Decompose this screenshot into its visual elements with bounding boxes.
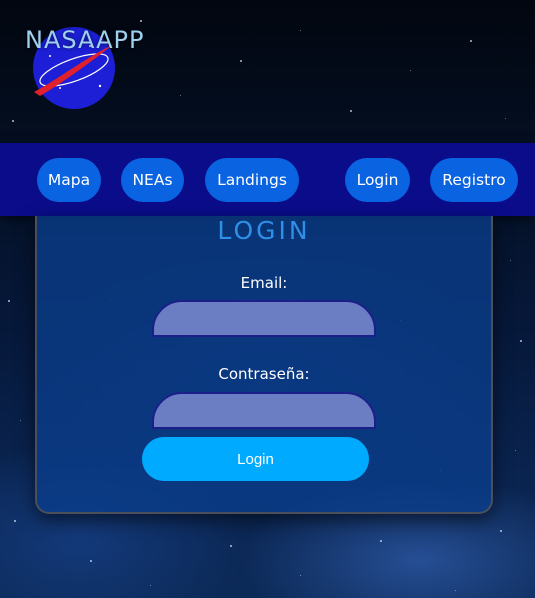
password-field[interactable] (152, 392, 376, 429)
brand-title: NASAAPP (25, 26, 145, 54)
password-label: Contraseña: (218, 365, 310, 383)
nav-registro-button[interactable]: Registro (430, 158, 518, 202)
header: NASAAPP (0, 0, 535, 143)
login-title: LOGIN (217, 216, 311, 245)
email-label: Email: (240, 274, 288, 292)
login-submit-button[interactable]: Login (142, 437, 369, 481)
main-nav: Mapa NEAs Landings Login Registro (0, 143, 535, 216)
login-card: LOGIN Email: Contraseña: Login (35, 216, 493, 514)
nav-landings-button[interactable]: Landings (205, 158, 299, 202)
nav-neas-button[interactable]: NEAs (121, 158, 184, 202)
nav-mapa-button[interactable]: Mapa (37, 158, 101, 202)
email-field[interactable] (152, 300, 376, 337)
nav-login-button[interactable]: Login (345, 158, 410, 202)
